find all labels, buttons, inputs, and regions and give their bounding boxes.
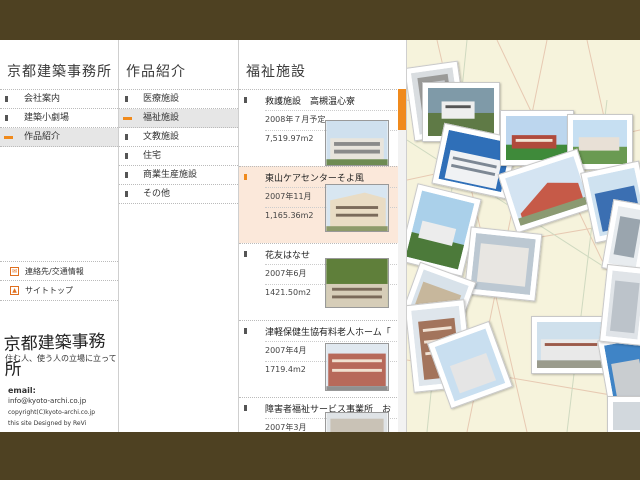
welfare-title: 福祉施設 [246,64,306,80]
column-works: 作品紹介 医療施設 福祉施設 文教施設 住宅 商業生産施設 その他 [119,40,239,432]
works-title: 作品紹介 [126,64,186,80]
work-title: 花友はなせ [243,248,310,261]
work-title: 東山ケアセンターそよ風 [244,171,364,184]
work-item[interactable]: 東山ケアセンターそよ風 2007年11月 1,165.36m2 [239,166,399,243]
designer-credit: this site Designed by ReVi [8,420,87,427]
column-company: 京都建築事務所 会社案内 建築小劇場 作品紹介 ✉ 連絡先/交通情報 ▲ サイト… [0,40,119,432]
contact-icon: ✉ [10,267,19,276]
work-title: 救護施設 高槻温心寮 [243,94,355,107]
scrollbar-thumb[interactable] [398,89,406,130]
category-menu: 医療施設 福祉施設 文教施設 住宅 商業生産施設 その他 [119,89,238,204]
work-thumbnail[interactable] [325,412,389,432]
site-frame: 京都建築事務所 会社案内 建築小劇場 作品紹介 ✉ 連絡先/交通情報 ▲ サイト… [0,40,640,432]
work-thumbnail[interactable] [325,120,389,166]
menu-item-works[interactable]: 作品紹介 [0,128,118,147]
collage-photo[interactable] [607,396,640,432]
work-item[interactable]: 花友はなせ 2007年6月 1421.50m2 [239,243,399,320]
photo-collage [407,40,640,432]
tagline: 住む人、使う人の立場に立って [5,354,117,363]
collage-photo[interactable] [463,226,543,302]
category-welfare[interactable]: 福祉施設 [119,109,238,128]
work-item[interactable]: 障害者福祉サービス事業所 お 2007年3月 [239,397,399,432]
work-thumbnail[interactable] [325,343,389,391]
column-welfare: 福祉施設 救護施設 高槻温心寮 2008年７月予定 7,519.97m2 東山ケ… [239,40,407,432]
menu-item-theater[interactable]: 建築小劇場 [0,109,118,128]
category-housing[interactable]: 住宅 [119,147,238,166]
link-contact[interactable]: ✉ 連絡先/交通情報 [0,261,118,281]
contact-info: email: info@kyoto-archi.co.jp copyright(… [8,385,95,429]
works-list: 救護施設 高槻温心寮 2008年７月予定 7,519.97m2 東山ケアセンター… [239,89,399,432]
category-medical[interactable]: 医療施設 [119,90,238,109]
email-label: email: [8,386,36,395]
arrow-up-icon: ▲ [10,286,19,295]
scrollbar[interactable] [398,89,406,432]
category-education[interactable]: 文教施設 [119,128,238,147]
copyright: copyright(C)kyoto-archi.co.jp [8,409,96,416]
main-menu: 会社案内 建築小劇場 作品紹介 [0,89,118,147]
site-title[interactable]: 京都建築事務所 [0,40,118,89]
work-item[interactable]: 津軽保健生協有料老人ホーム「 2007年4月 1719.4m2 [239,320,399,397]
category-other[interactable]: その他 [119,185,238,204]
category-commercial[interactable]: 商業生産施設 [119,166,238,185]
menu-item-company[interactable]: 会社案内 [0,90,118,109]
work-thumbnail[interactable] [325,258,389,308]
email-link[interactable]: info@kyoto-archi.co.jp [8,396,95,407]
footer-links: ✉ 連絡先/交通情報 ▲ サイトトップ [0,261,118,301]
work-thumbnail[interactable] [325,184,389,232]
work-title: 津軽保健生協有料老人ホーム「 [244,325,391,338]
work-item[interactable]: 救護施設 高槻温心寮 2008年７月予定 7,519.97m2 [239,89,399,166]
link-site-top[interactable]: ▲ サイトトップ [0,281,118,301]
collage-photo[interactable] [599,263,640,347]
